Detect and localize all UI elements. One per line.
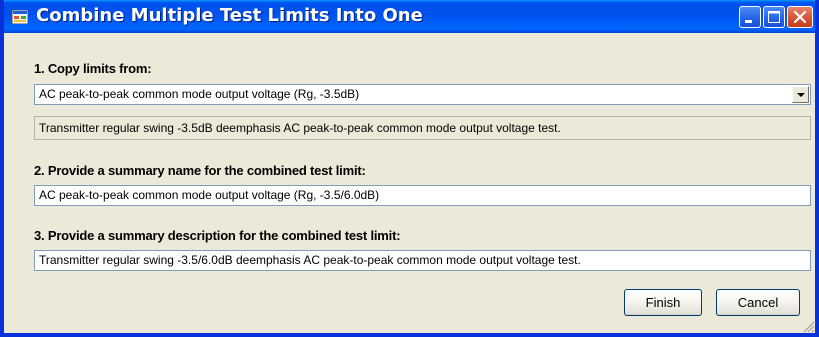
summary-name-label: 2. Provide a summary name for the combin… — [34, 163, 366, 178]
minimize-button[interactable] — [739, 6, 761, 28]
copy-limits-dropdown[interactable]: AC peak-to-peak common mode output volta… — [34, 84, 811, 105]
finish-button[interactable]: Finish — [624, 289, 702, 316]
copy-limits-description: Transmitter regular swing -3.5dB deempha… — [34, 116, 811, 140]
window-title: Combine Multiple Test Limits Into One — [36, 5, 423, 26]
summary-name-value: AC peak-to-peak common mode output volta… — [39, 188, 380, 202]
copy-limits-description-text: Transmitter regular swing -3.5dB deempha… — [39, 121, 561, 135]
copy-limits-label: 1. Copy limits from: — [34, 61, 152, 76]
copy-limits-selected: AC peak-to-peak common mode output volta… — [39, 87, 360, 101]
summary-description-input[interactable]: Transmitter regular swing -3.5/6.0dB dee… — [34, 250, 811, 271]
maximize-button[interactable] — [763, 6, 785, 28]
resize-grip-icon[interactable] — [801, 319, 815, 333]
chevron-down-icon[interactable] — [792, 86, 809, 103]
summary-name-input[interactable]: AC peak-to-peak common mode output volta… — [34, 185, 811, 206]
summary-description-label: 3. Provide a summary description for the… — [34, 228, 401, 243]
dialog-window: Combine Multiple Test Limits Into One 1.… — [0, 0, 819, 337]
close-icon — [793, 10, 807, 24]
app-icon — [12, 10, 28, 24]
summary-description-value: Transmitter regular swing -3.5/6.0dB dee… — [39, 253, 581, 267]
maximize-icon — [768, 11, 780, 23]
cancel-button[interactable]: Cancel — [716, 289, 800, 316]
minimize-icon — [745, 20, 752, 23]
close-button[interactable] — [787, 6, 813, 28]
title-bar[interactable]: Combine Multiple Test Limits Into One — [4, 0, 815, 33]
